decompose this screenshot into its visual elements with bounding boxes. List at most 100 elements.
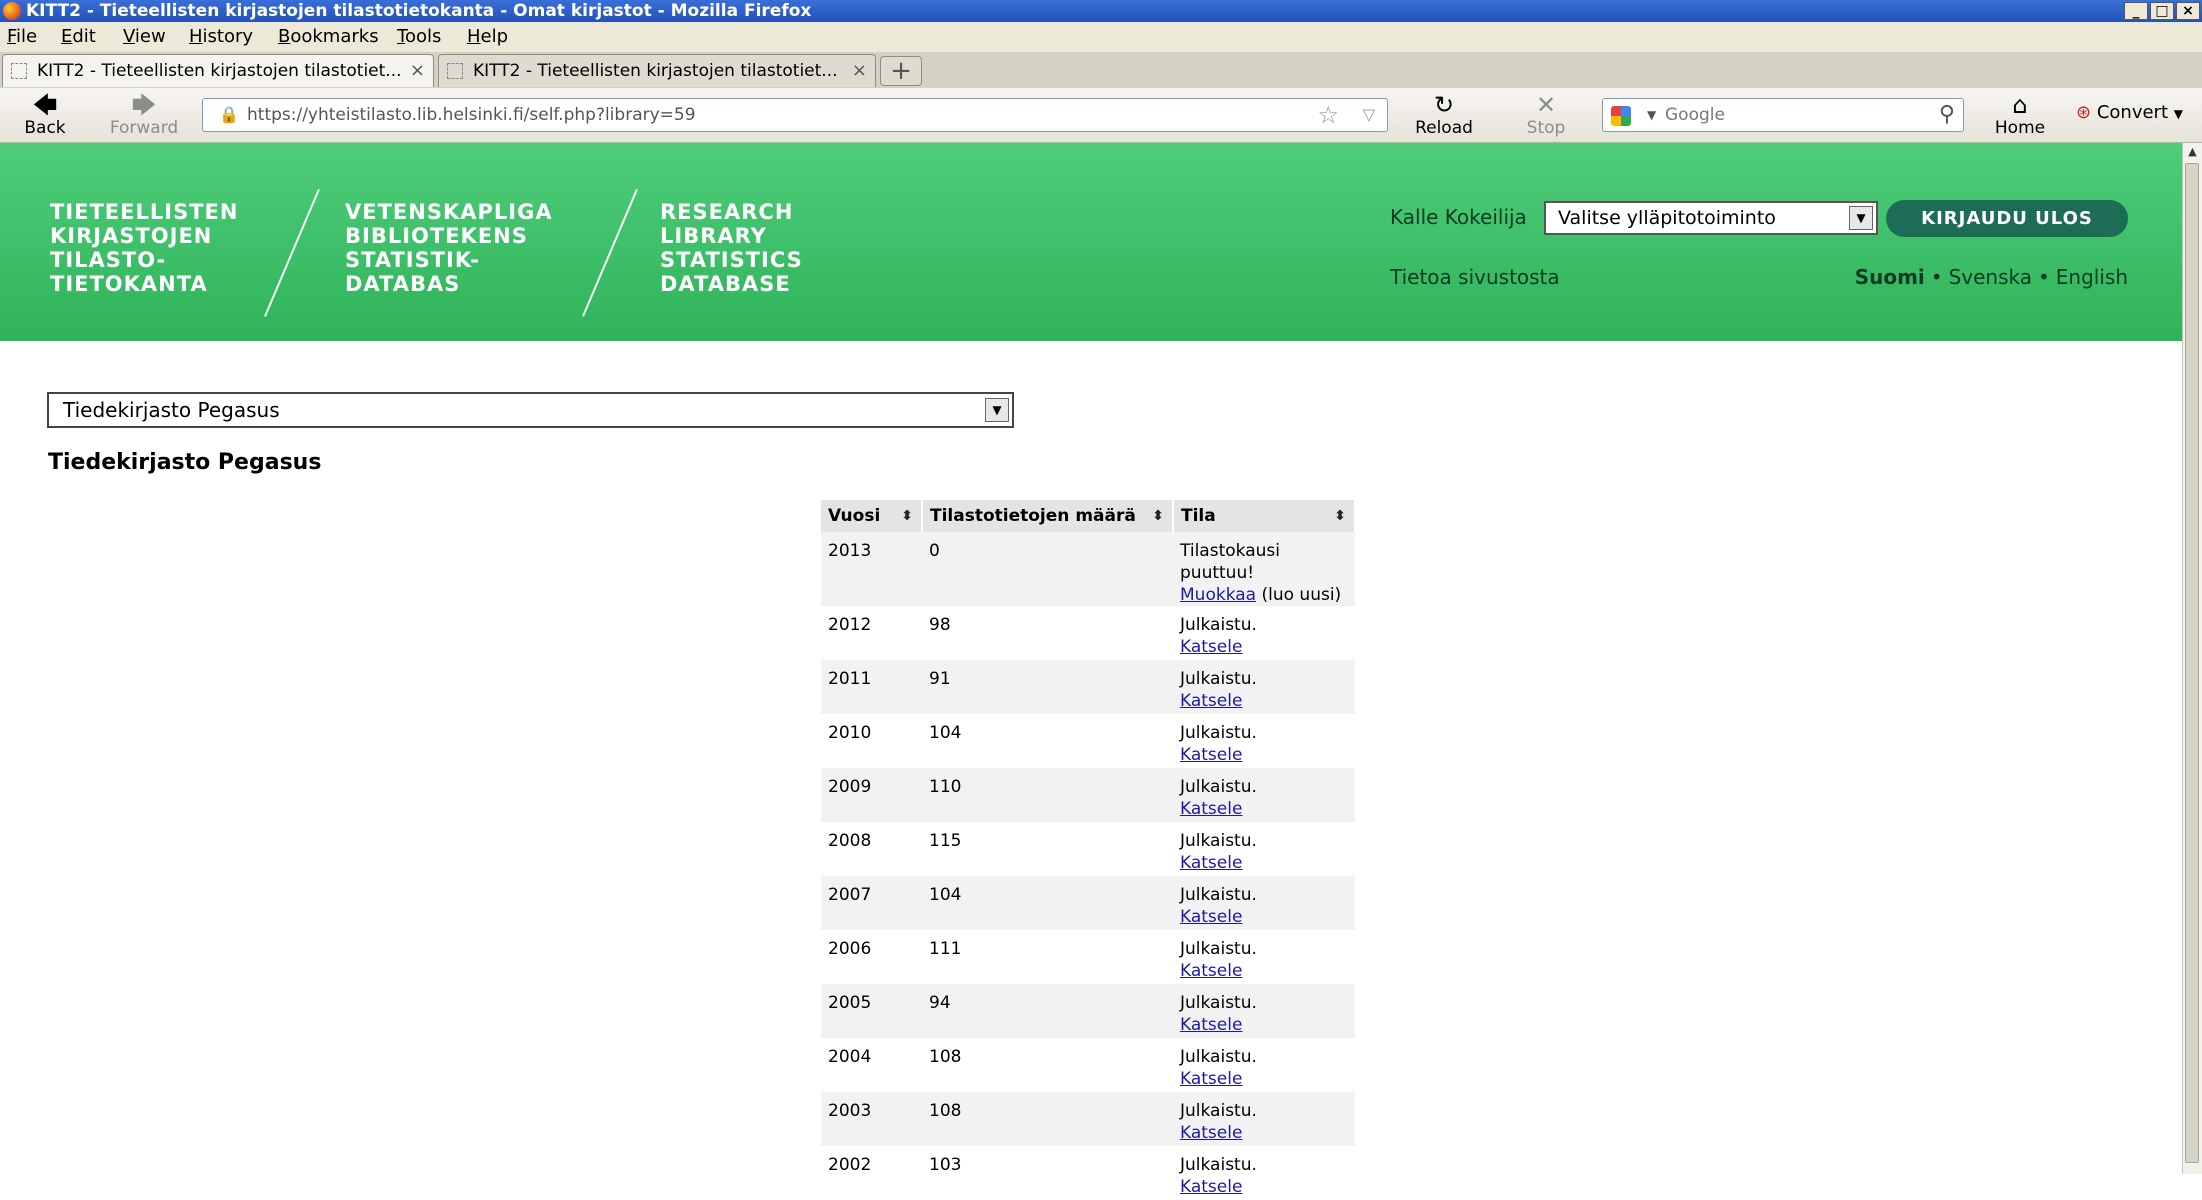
lock-icon: 🔒 bbox=[219, 105, 239, 124]
logo-line: TILASTO- bbox=[50, 248, 167, 272]
status-cell: Julkaistu. Katsele bbox=[1173, 1038, 1355, 1092]
status-text: Julkaistu. bbox=[1180, 885, 1257, 905]
maximize-button[interactable]: □ bbox=[2150, 2, 2174, 20]
row-action-link[interactable]: Katsele bbox=[1180, 1177, 1242, 1197]
sort-icon[interactable]: ⬍ bbox=[1152, 500, 1164, 532]
row-action-link[interactable]: Katsele bbox=[1180, 1069, 1242, 1089]
row-action-link[interactable]: Katsele bbox=[1180, 1123, 1242, 1143]
year-cell: 2003 bbox=[821, 1092, 922, 1146]
count-cell: 104 bbox=[922, 714, 1173, 768]
column-header-count[interactable]: Tilastotietojen määrä ⬍ bbox=[922, 500, 1174, 532]
tab-close-icon[interactable]: × bbox=[410, 55, 425, 87]
menu-edit[interactable]: Edit bbox=[61, 26, 96, 47]
table-row: 2013 0 Tilastokausi puuttuu! Muokkaa (luo u… bbox=[821, 532, 1355, 606]
search-engine-dropdown-icon[interactable]: ▼ bbox=[1647, 99, 1656, 131]
back-button[interactable]: 🡄 Back bbox=[22, 92, 68, 138]
scrollbar-thumb[interactable] bbox=[2185, 163, 2199, 1163]
new-tab-button[interactable]: + bbox=[880, 56, 922, 86]
library-select[interactable]: Tiedekirjasto Pegasus ▼ bbox=[47, 392, 1014, 428]
reload-button[interactable]: ↻ Reload bbox=[1412, 92, 1476, 138]
chevron-down-icon[interactable]: ▼ bbox=[985, 398, 1009, 422]
menu-view[interactable]: View bbox=[123, 26, 166, 47]
about-site-link[interactable]: Tietoa sivustosta bbox=[1390, 265, 1560, 289]
column-header-status[interactable]: Tila ⬍ bbox=[1173, 500, 1356, 532]
count-cell: 103 bbox=[922, 1146, 1173, 1200]
menu-help[interactable]: Help bbox=[467, 26, 508, 47]
stop-button[interactable]: ✕ Stop bbox=[1524, 92, 1568, 138]
logo-line: BIBLIOTEKENS bbox=[345, 224, 528, 248]
convert-dropdown-icon[interactable]: ▼ bbox=[2174, 107, 2183, 121]
row-action-link[interactable]: Katsele bbox=[1180, 799, 1242, 819]
row-action-link[interactable]: Katsele bbox=[1180, 1015, 1242, 1035]
status-text: Julkaistu. bbox=[1180, 939, 1257, 959]
bookmark-star-icon[interactable]: ☆ bbox=[1317, 99, 1339, 131]
menu-tools[interactable]: Tools bbox=[397, 26, 441, 47]
status-text: Julkaistu. bbox=[1180, 669, 1257, 689]
scroll-up-arrow-icon[interactable]: ▲ bbox=[2183, 143, 2202, 161]
tab-inactive[interactable]: KITT2 - Tieteellisten kirjastojen tilast… bbox=[438, 54, 876, 87]
table-row: 2010 104 Julkaistu. Katsele bbox=[821, 714, 1355, 768]
tab-active[interactable]: KITT2 - Tieteellisten kirjastojen tilast… bbox=[2, 54, 434, 87]
menu-bookmarks[interactable]: Bookmarks bbox=[278, 26, 379, 47]
year-cell: 2008 bbox=[821, 822, 922, 876]
logo-line: TIETEELLISTEN bbox=[50, 200, 239, 224]
status-cell: Julkaistu. Katsele bbox=[1173, 1092, 1355, 1146]
row-action-link[interactable]: Muokkaa bbox=[1180, 585, 1256, 605]
logo-line: LIBRARY bbox=[660, 224, 767, 248]
count-cell: 0 bbox=[922, 532, 1173, 606]
url-bar[interactable]: 🔒 https://yhteistilasto.lib.helsinki.fi/… bbox=[202, 98, 1388, 132]
tab-label: KITT2 - Tieteellisten kirjastojen tilast… bbox=[473, 61, 838, 81]
forward-button[interactable]: 🡆 Forward bbox=[106, 92, 182, 138]
window-titlebar: KITT2 - Tieteellisten kirjastojen tilast… bbox=[0, 0, 2202, 22]
sort-icon[interactable]: ⬍ bbox=[1334, 500, 1346, 532]
count-cell: 91 bbox=[922, 660, 1173, 714]
magnifier-icon[interactable]: ⚲ bbox=[1939, 99, 1955, 131]
admin-action-select[interactable]: Valitse ylläpitotoiminto ▼ bbox=[1544, 201, 1878, 235]
lang-swedish[interactable]: Svenska bbox=[1949, 265, 2032, 289]
logo-swedish[interactable]: VETENSKAPLIGA BIBLIOTEKENS STATISTIK- DA… bbox=[345, 200, 553, 296]
close-window-button[interactable]: × bbox=[2176, 2, 2200, 20]
site-header: TIETEELLISTEN KIRJASTOJEN TILASTO- TIETO… bbox=[0, 143, 2182, 341]
tab-close-icon[interactable]: × bbox=[852, 55, 867, 87]
chevron-down-icon[interactable]: ▼ bbox=[1849, 206, 1873, 230]
sort-icon[interactable]: ⬍ bbox=[901, 500, 913, 532]
row-action-link[interactable]: Katsele bbox=[1180, 853, 1242, 873]
status-text: Julkaistu. bbox=[1180, 993, 1257, 1013]
row-action-link[interactable]: Katsele bbox=[1180, 961, 1242, 981]
vertical-scrollbar[interactable]: ▲ bbox=[2182, 143, 2202, 1174]
logo-line: STATISTICS bbox=[660, 248, 803, 272]
status-cell: Julkaistu. Katsele bbox=[1173, 606, 1355, 660]
minimize-button[interactable]: _ bbox=[2124, 2, 2148, 20]
count-cell: 98 bbox=[922, 606, 1173, 660]
row-action-link[interactable]: Katsele bbox=[1180, 691, 1242, 711]
window-title: KITT2 - Tieteellisten kirjastojen tilast… bbox=[26, 1, 812, 21]
lang-finnish[interactable]: Suomi bbox=[1855, 265, 1925, 289]
year-cell: 2012 bbox=[821, 606, 922, 660]
year-cell: 2011 bbox=[821, 660, 922, 714]
convert-button[interactable]: ⊛ Convert ▼ bbox=[2076, 102, 2200, 123]
count-cell: 110 bbox=[922, 768, 1173, 822]
forward-label: Forward bbox=[109, 118, 179, 138]
logo-finnish[interactable]: TIETEELLISTEN KIRJASTOJEN TILASTO- TIETO… bbox=[50, 200, 238, 296]
search-placeholder: Google bbox=[1665, 105, 1725, 125]
year-cell: 2006 bbox=[821, 930, 922, 984]
status-cell: Julkaistu. Katsele bbox=[1173, 714, 1355, 768]
lang-english[interactable]: English bbox=[2056, 265, 2128, 289]
logout-button[interactable]: KIRJAUDU ULOS bbox=[1886, 200, 2128, 237]
search-bar[interactable]: ▼ Google ⚲ bbox=[1602, 98, 1964, 132]
row-action-link[interactable]: Katsele bbox=[1180, 637, 1242, 657]
menu-history[interactable]: History bbox=[189, 26, 253, 47]
menu-file[interactable]: File bbox=[7, 26, 37, 47]
home-button[interactable]: ⌂ Home bbox=[1994, 92, 2046, 138]
row-action-link[interactable]: Katsele bbox=[1180, 907, 1242, 927]
logo-english[interactable]: RESEARCH LIBRARY STATISTICS DATABASE bbox=[660, 200, 803, 296]
row-action-link[interactable]: Katsele bbox=[1180, 745, 1242, 765]
forward-arrow-icon: 🡆 bbox=[131, 91, 157, 119]
url-dropdown-icon[interactable]: ▽ bbox=[1363, 99, 1375, 131]
logo-line: TIETOKANTA bbox=[50, 272, 208, 296]
logo-line: STATISTIK- bbox=[345, 248, 481, 272]
year-cell: 2002 bbox=[821, 1146, 922, 1200]
column-header-year[interactable]: Vuosi ⬍ bbox=[821, 500, 923, 532]
year-cell: 2013 bbox=[821, 532, 922, 606]
count-cell: 108 bbox=[922, 1038, 1173, 1092]
